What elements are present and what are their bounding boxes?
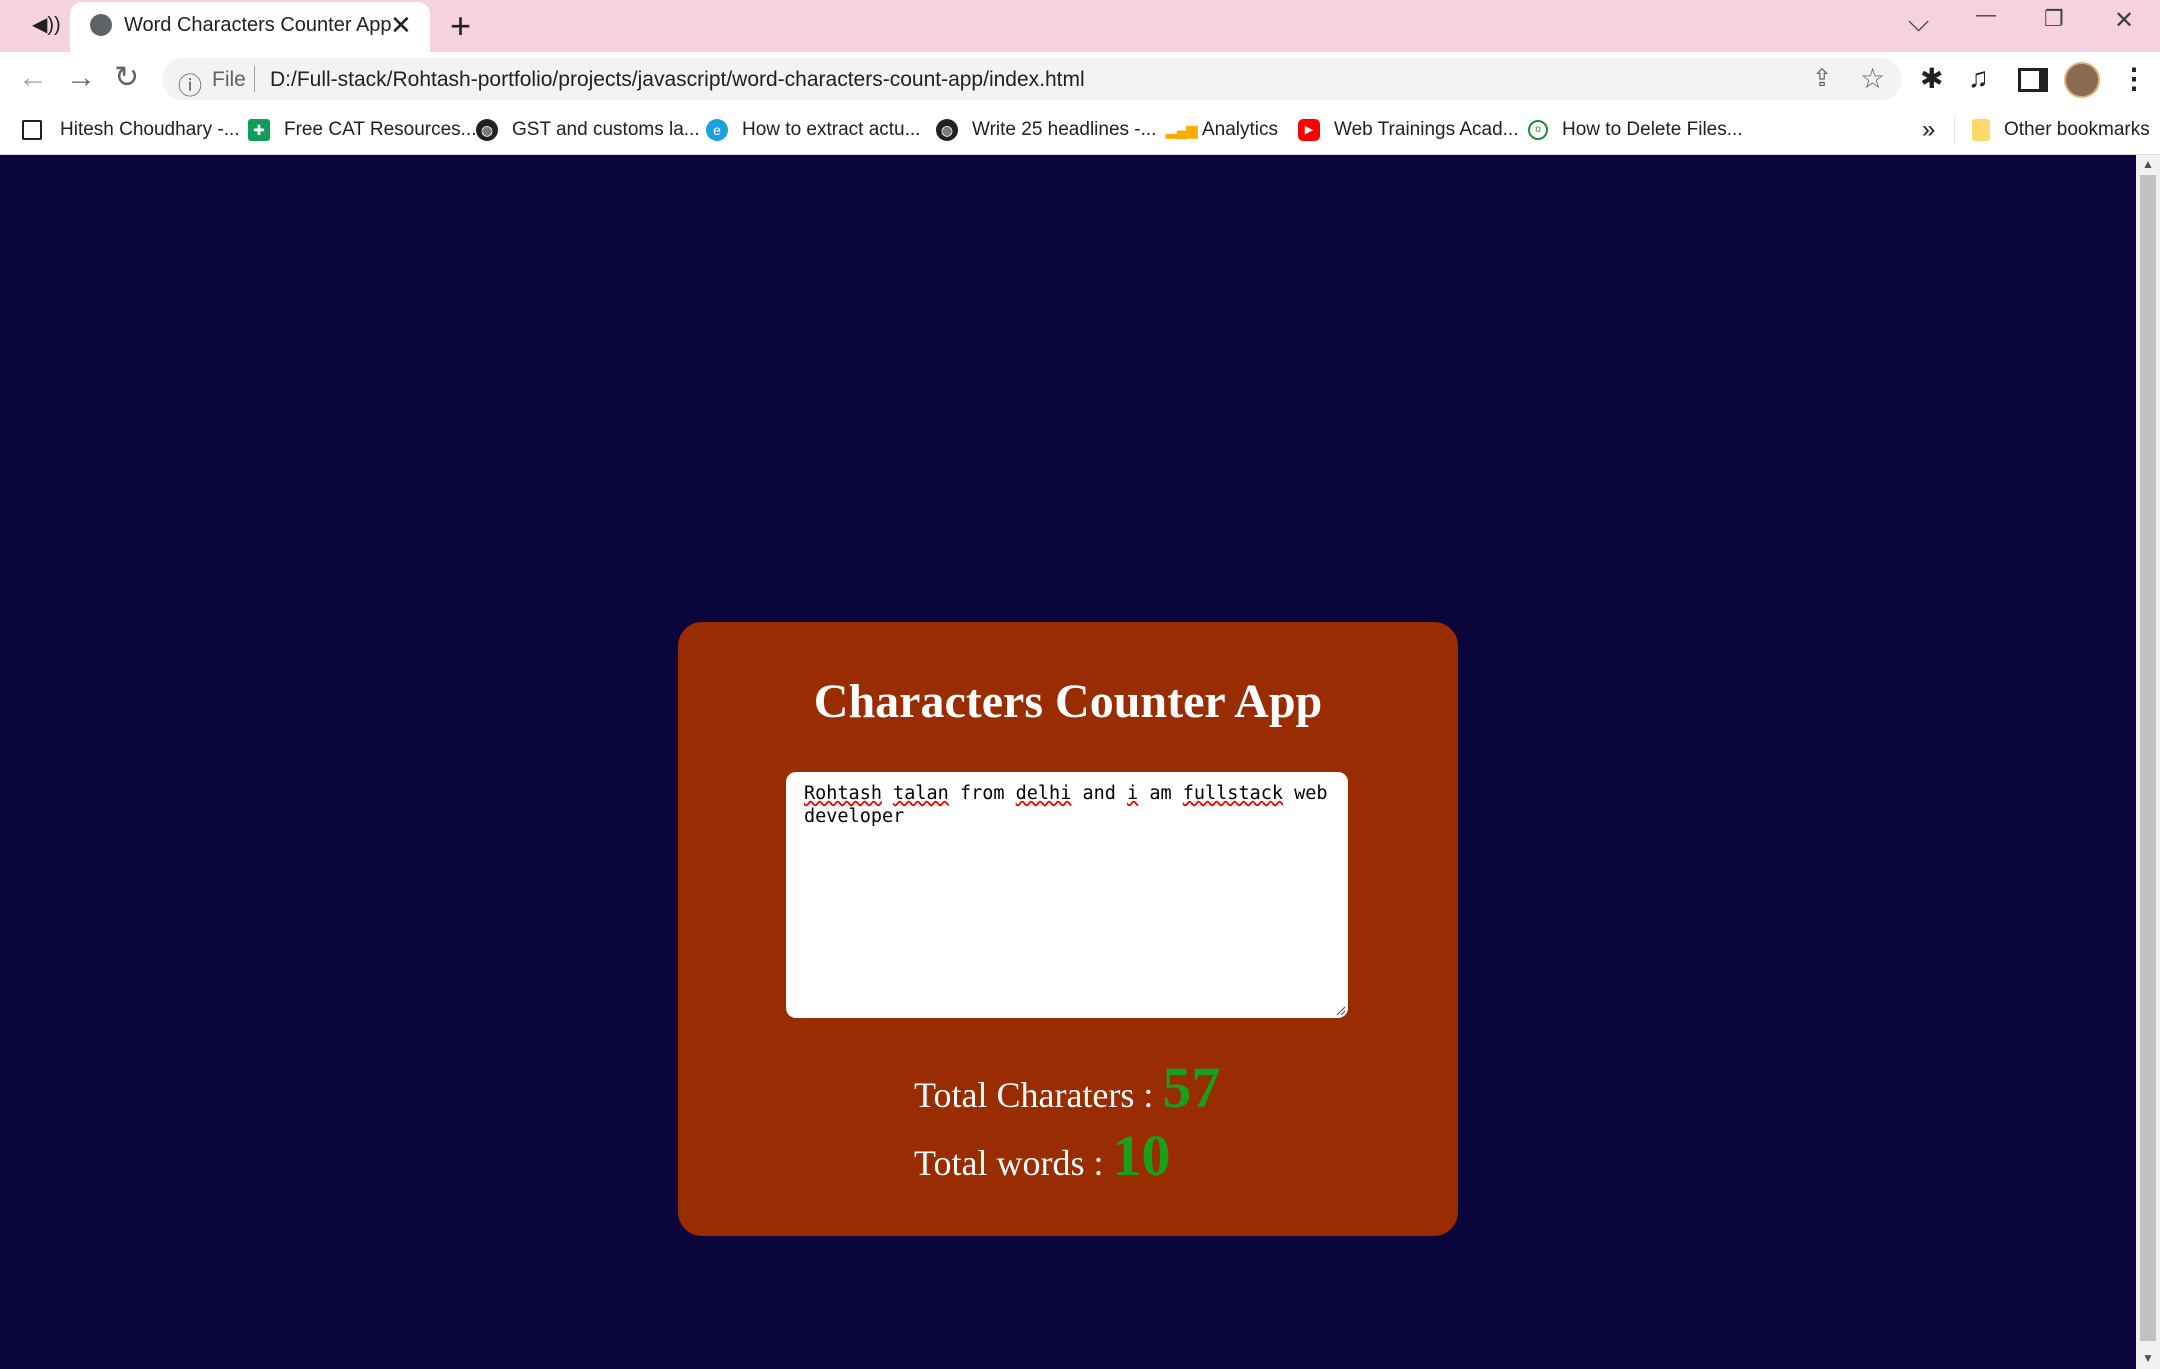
divider	[1954, 118, 1955, 144]
bookmark-label: Free CAT Resources...	[284, 119, 477, 140]
avatar[interactable]	[2064, 62, 2100, 98]
globe-icon: ◍	[936, 119, 958, 141]
divider	[254, 66, 255, 92]
active-tab[interactable]: Word Characters Counter App ✕	[70, 2, 430, 52]
bookmark-label: How to Delete Files...	[1562, 119, 1743, 140]
close-window-button[interactable]: ✕	[2114, 6, 2134, 35]
bookmark-item[interactable]: ▂▄▆ Analytics	[1166, 116, 1278, 144]
web-icon: o	[1528, 120, 1548, 140]
info-icon[interactable]: ⓘ	[178, 66, 202, 101]
tab-audio-icon[interactable]: ◀︎))	[32, 12, 61, 37]
scrollbar[interactable]: ▲ ▼	[2136, 155, 2160, 1369]
bookmark-item[interactable]: Hitesh Choudhary -...	[22, 116, 240, 144]
scroll-thumb[interactable]	[2140, 175, 2156, 1341]
sheets-icon: ✚	[248, 119, 270, 141]
words-stat: Total words : 10	[914, 1122, 1170, 1189]
bookmark-item[interactable]: e How to extract actu...	[706, 116, 920, 144]
bookmarks-bar: Hitesh Choudhary -... ✚ Free CAT Resourc…	[0, 106, 2160, 155]
characters-count: 57	[1162, 1055, 1221, 1120]
bookmark-label: Hitesh Choudhary -...	[60, 119, 240, 140]
characters-stat: Total Charaters : 57	[914, 1054, 1220, 1121]
words-count: 10	[1112, 1123, 1171, 1188]
bookmark-star-icon[interactable]: ☆	[1860, 62, 1885, 95]
minimize-button[interactable]: —	[1976, 4, 1996, 27]
bookmark-item[interactable]: ◍ GST and customs la...	[476, 116, 700, 144]
text-word: and	[1071, 783, 1128, 804]
globe-icon	[90, 14, 112, 36]
address-bar[interactable]: ⓘ File D:/Full-stack/Rohtash-portfolio/p…	[162, 58, 1902, 100]
folder-icon	[1972, 119, 1990, 141]
text-word	[882, 783, 893, 804]
text-input-area[interactable]: Rohtash talan from delhi and i am fullst…	[786, 772, 1348, 1018]
share-icon[interactable]: ⇪	[1812, 64, 1832, 93]
other-bookmarks-label: Other bookmarks	[2004, 119, 2150, 140]
side-panel-icon[interactable]	[2018, 68, 2048, 92]
tab-strip: ◀︎)) Word Characters Counter App ✕ + ⌵ —…	[0, 0, 2160, 52]
text-line: developer	[804, 806, 905, 827]
bookmark-label: Web Trainings Acad...	[1334, 119, 1519, 140]
restore-button[interactable]: ❐	[2044, 6, 2064, 32]
text-word: delhi	[1015, 783, 1072, 804]
tab-close-icon[interactable]: ✕	[390, 10, 412, 41]
analytics-icon: ▂▄▆	[1166, 122, 1198, 138]
bookmark-item[interactable]: ▶ Web Trainings Acad...	[1298, 116, 1518, 144]
text-word: i	[1127, 783, 1139, 804]
checkbox-icon	[22, 120, 42, 140]
scroll-down-icon[interactable]: ▼	[2142, 1351, 2154, 1365]
page-viewport: Characters Counter App Rohtash talan fro…	[0, 155, 2136, 1369]
text-word: talan	[893, 783, 949, 804]
globe-icon: ◍	[476, 119, 498, 141]
bookmark-label: Analytics	[1202, 119, 1279, 140]
text-word: Rohtash	[804, 783, 882, 804]
page-title: Characters Counter App	[813, 675, 1323, 728]
bookmark-item[interactable]: o How to Delete Files...	[1528, 116, 1743, 144]
tab-title: Word Characters Counter App	[124, 14, 392, 36]
bookmark-item[interactable]: ✚ Free CAT Resources...	[248, 116, 477, 144]
bookmark-label: How to extract actu...	[742, 119, 921, 140]
bookmark-label: Write 25 headlines -...	[972, 119, 1157, 140]
bookmark-label: GST and customs la...	[512, 119, 700, 140]
text-line: Rohtash talan from delhi and i am fullst…	[804, 782, 1330, 805]
reload-button[interactable]: ↻	[114, 60, 139, 96]
menu-icon[interactable]: ⋮	[2120, 62, 2148, 95]
text-word: web	[1283, 783, 1328, 804]
url-text[interactable]: D:/Full-stack/Rohtash-portfolio/projects…	[270, 68, 1085, 92]
back-button[interactable]: ←	[18, 60, 48, 96]
new-tab-button[interactable]: +	[450, 6, 471, 46]
scheme-label: File	[212, 68, 246, 91]
youtube-icon: ▶	[1298, 119, 1320, 141]
browser-toolbar: ← → ↻ ⓘ File D:/Full-stack/Rohtash-portf…	[0, 52, 2160, 106]
words-label: Total words :	[914, 1143, 1104, 1183]
other-bookmarks[interactable]: Other bookmarks	[1972, 116, 2150, 144]
bookmark-item[interactable]: ◍ Write 25 headlines -...	[936, 116, 1156, 144]
resize-handle-icon[interactable]	[1334, 1004, 1346, 1016]
media-control-icon[interactable]: ♫	[1968, 62, 1989, 94]
text-word: from	[948, 783, 1016, 804]
text-word: fullstack	[1182, 783, 1283, 804]
characters-label: Total Charaters :	[914, 1075, 1154, 1115]
forward-button[interactable]: →	[66, 60, 96, 96]
extensions-icon[interactable]: ✱	[1920, 62, 1943, 95]
scroll-up-icon[interactable]: ▲	[2142, 157, 2154, 171]
more-bookmarks-button[interactable]: »	[1922, 116, 1935, 144]
text-word: am	[1138, 783, 1183, 804]
counter-card: Characters Counter App Rohtash talan fro…	[678, 622, 1458, 1236]
edge-icon: e	[706, 119, 728, 141]
tab-search-icon[interactable]: ⌵	[1908, 6, 1929, 39]
